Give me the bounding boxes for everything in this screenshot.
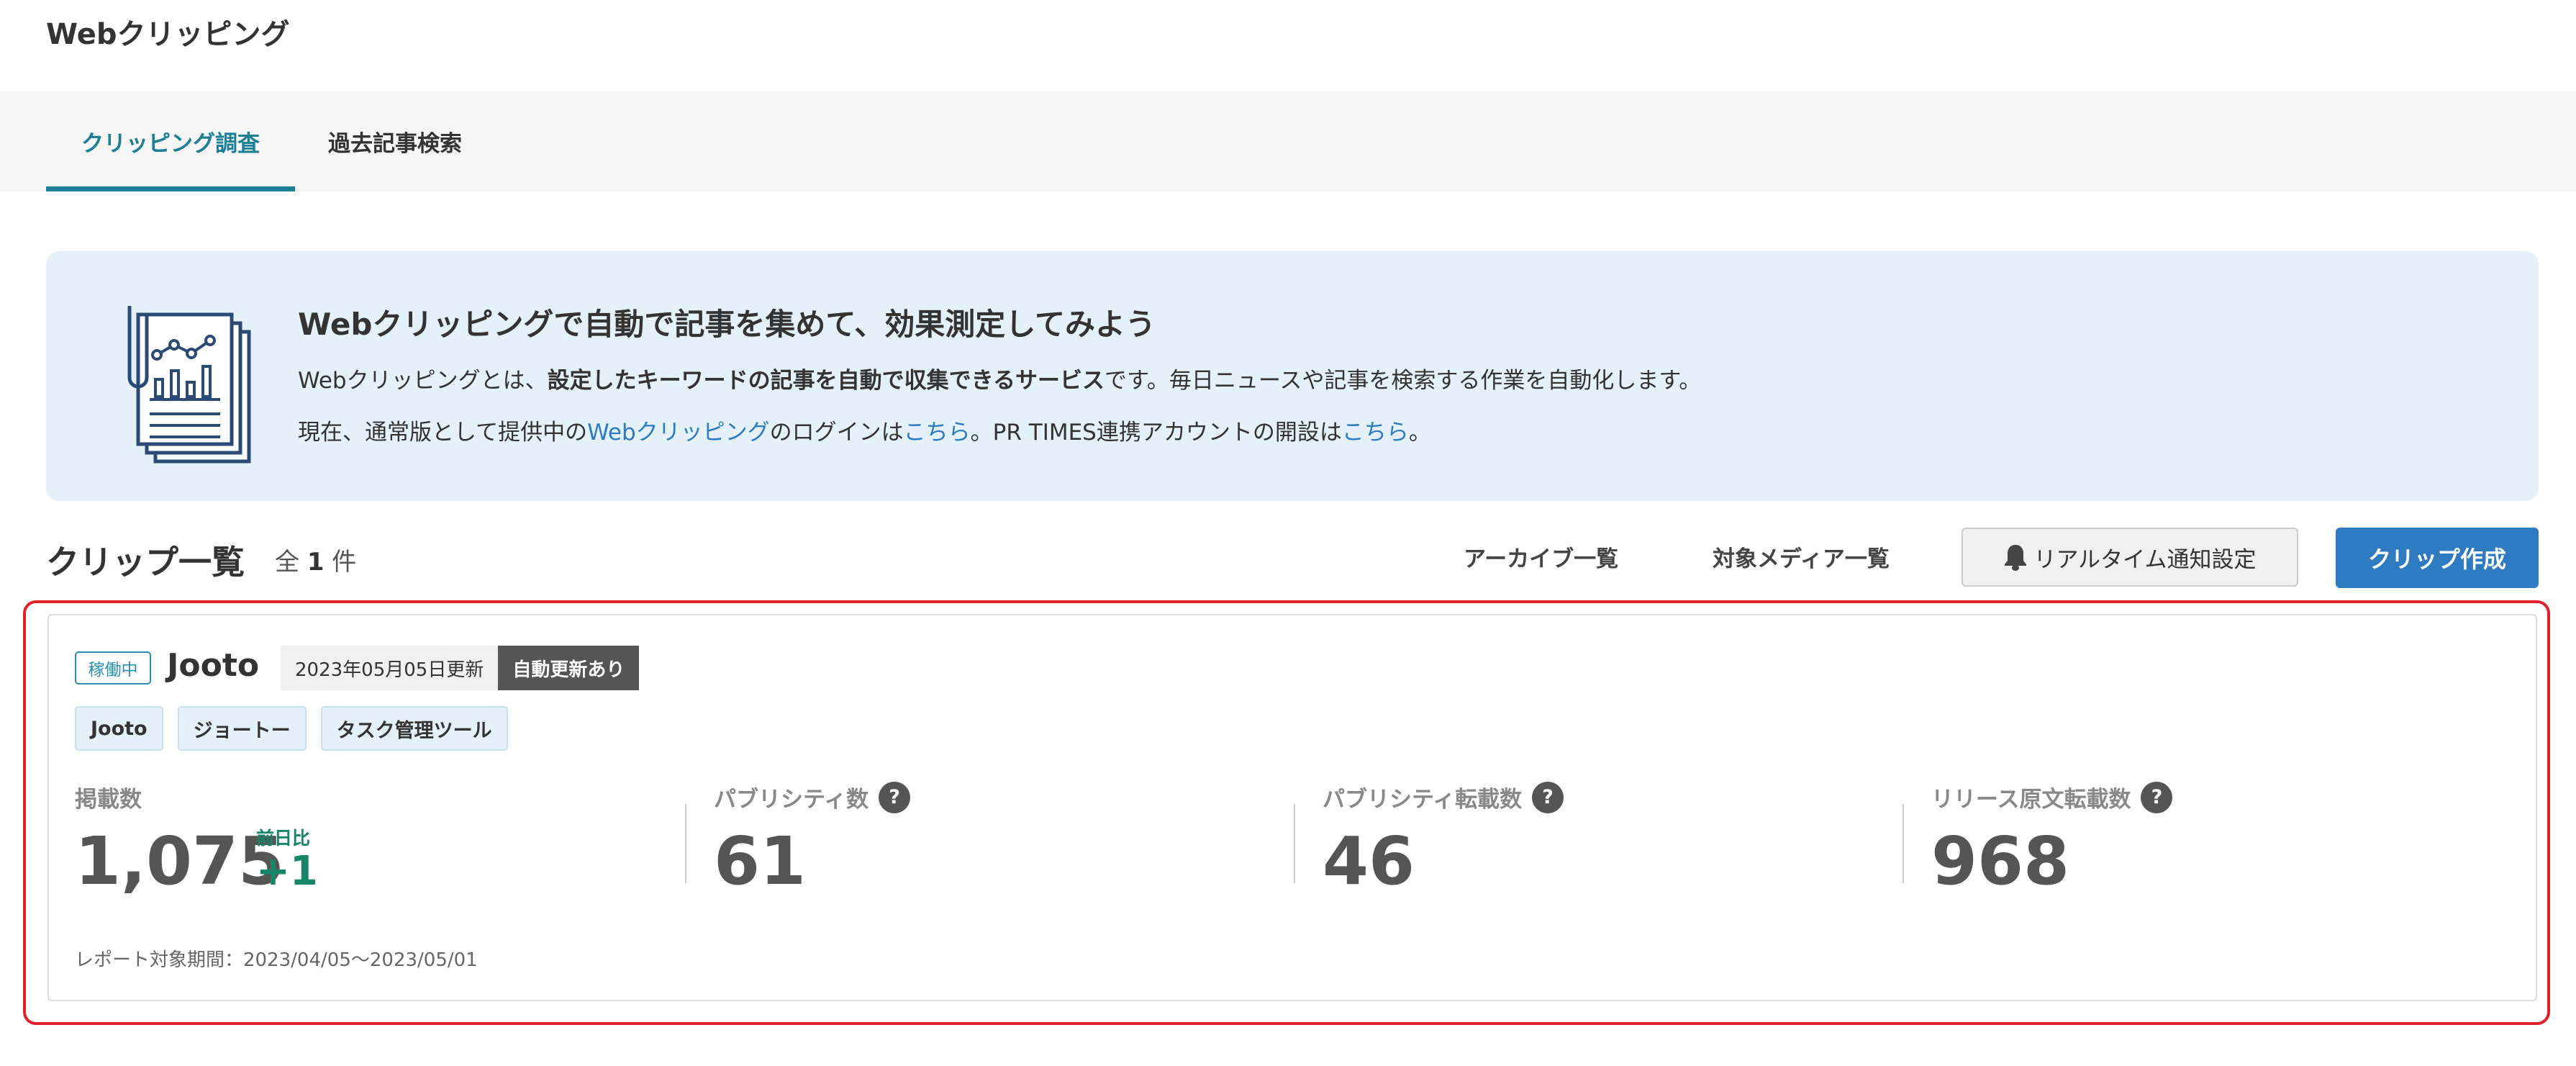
day-change-value: +1 — [256, 848, 318, 895]
help-icon[interactable]: ? — [2141, 781, 2173, 813]
keyword-chip: タスク管理ツール — [320, 706, 508, 751]
banner-links-line: 現在、通常版として提供中のWebクリッピングのログインはこちら。PR TIMES… — [298, 414, 1431, 446]
realtime-notification-settings-button[interactable]: リアルタイム通知設定 — [1962, 528, 2298, 587]
report-period: レポート対象期間：2023/04/05〜2023/05/01 — [75, 949, 478, 971]
account-open-here-link[interactable]: こちら — [1342, 420, 1409, 446]
bell-icon — [2005, 545, 2027, 571]
banner-description: Webクリッピングとは、設定したキーワードの記事を自動で収集できるサービスです。… — [298, 362, 1701, 394]
realtime-notification-label: リアルタイム通知設定 — [2033, 546, 2257, 573]
tab-clipping-survey[interactable]: クリッピング調査 — [46, 91, 295, 191]
keyword-chip: Jooto — [75, 706, 163, 751]
metric-label-row: リリース原文転載数 ? — [1931, 781, 2173, 813]
metric-divider — [1902, 804, 1904, 883]
metric-value: 968 — [1931, 823, 2070, 900]
metric-label: パブリシティ数 — [714, 787, 869, 813]
keyword-chip: ジョートー — [177, 706, 307, 751]
keyword-list: Jooto ジョートー タスク管理ツール — [75, 706, 508, 751]
tab-past-article-search[interactable]: 過去記事検索 — [312, 91, 478, 191]
info-banner: Webクリッピングで自動で記事を集めて、効果測定してみよう Webクリッピングと… — [46, 251, 2539, 501]
status-badge: 稼働中 — [75, 651, 151, 685]
metric-value: 61 — [714, 823, 807, 900]
target-media-list-button[interactable]: 対象メディア一覧 — [1713, 541, 1890, 573]
clip-list-title: クリップ一覧 — [46, 543, 245, 582]
report-document-icon — [127, 306, 251, 464]
clip-count-prefix: 全 — [275, 548, 299, 577]
update-info: 2023年05月05日更新 自動更新あり — [281, 646, 640, 690]
metric-divider — [1294, 804, 1295, 883]
updated-date: 2023年05月05日更新 — [281, 646, 499, 690]
clip-name[interactable]: Jooto — [167, 647, 259, 684]
metric-label: パブリシティ転載数 — [1323, 787, 1523, 813]
auto-update-badge: 自動更新あり — [498, 646, 640, 690]
metric-label: 掲載数 — [75, 787, 142, 813]
day-over-day-change: 前日比 +1 — [256, 824, 318, 893]
metric-divider — [685, 804, 686, 883]
clip-count-number: 1 — [307, 548, 325, 577]
clip-list-header: クリップ一覧 全 1 件 アーカイブ一覧 対象メディア一覧 リアルタイム通知設定… — [46, 528, 2539, 588]
banner-links-text-d: 。 — [1408, 420, 1431, 446]
help-icon[interactable]: ? — [1532, 781, 1564, 813]
tab-bar: クリッピング調査 過去記事検索 — [0, 91, 2576, 191]
clip-count: 全 1 件 — [275, 542, 356, 577]
archive-list-button[interactable]: アーカイブ一覧 — [1464, 541, 1618, 573]
banner-desc-prefix: Webクリッピングとは、 — [298, 368, 548, 394]
metric-value: 1,075 — [75, 823, 285, 900]
banner-links-text-b: のログインは — [769, 420, 904, 446]
banner-links-text-c: 。PR TIMES連携アカウントの開設は — [970, 420, 1342, 446]
banner-desc-suffix: です。毎日ニュースや記事を検索する作業を自動化します。 — [1104, 368, 1702, 394]
day-change-label: 前日比 — [256, 828, 311, 849]
metric-label-row: パブリシティ数 ? — [714, 781, 911, 813]
login-here-link[interactable]: こちら — [904, 420, 971, 446]
banner-title: Webクリッピングで自動で記事を集めて、効果測定してみよう — [298, 307, 1156, 342]
page-title: Webクリッピング — [46, 18, 290, 51]
clip-count-suffix: 件 — [332, 548, 357, 577]
banner-links-text-a: 現在、通常版として提供中の — [298, 420, 588, 446]
metric-label: リリース原文転載数 — [1931, 787, 2131, 813]
metric-label-row: パブリシティ転載数 ? — [1323, 781, 1564, 813]
clip-card[interactable]: 稼働中 Jooto 2023年05月05日更新 自動更新あり Jooto ジョー… — [47, 614, 2537, 1001]
webclipping-link[interactable]: Webクリッピング — [587, 420, 770, 446]
metric-value: 46 — [1323, 823, 1415, 900]
create-clip-button[interactable]: クリップ作成 — [2336, 528, 2539, 588]
help-icon[interactable]: ? — [879, 781, 911, 813]
banner-desc-bold: 設定したキーワードの記事を自動で収集できるサービス — [547, 368, 1105, 394]
